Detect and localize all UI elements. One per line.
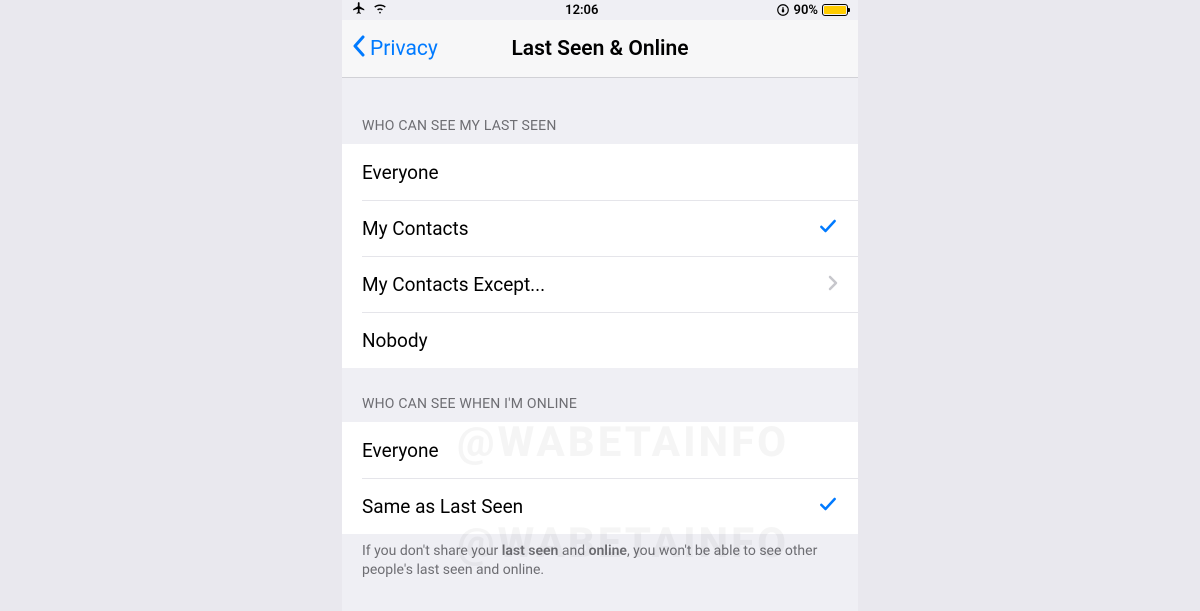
status-bar: 12:06 90% xyxy=(342,0,858,20)
status-time: 12:06 xyxy=(565,3,598,18)
option-label: Nobody xyxy=(362,329,428,352)
back-button[interactable]: Privacy xyxy=(342,35,438,63)
chevron-right-icon xyxy=(828,273,838,296)
option-label: Everyone xyxy=(362,161,439,184)
wifi-icon xyxy=(372,1,388,19)
footer-note: If you don't share your last seen and on… xyxy=(342,534,858,592)
footer-bold: last seen xyxy=(502,543,559,559)
orientation-lock-icon xyxy=(776,3,790,17)
option-label: My Contacts xyxy=(362,217,469,240)
last-seen-list: Everyone My Contacts My Contacts Except.… xyxy=(342,144,858,368)
option-label: My Contacts Except... xyxy=(362,273,545,296)
airplane-mode-icon xyxy=(352,1,366,19)
option-online-everyone[interactable]: Everyone xyxy=(342,422,858,478)
nav-bar: Privacy Last Seen & Online xyxy=(342,20,858,78)
option-label: Everyone xyxy=(362,439,439,462)
footer-bold: online xyxy=(589,543,627,559)
footer-text: If you don't share your xyxy=(362,543,502,559)
option-my-contacts[interactable]: My Contacts xyxy=(342,200,858,256)
page-title: Last Seen & Online xyxy=(511,37,688,61)
option-label: Same as Last Seen xyxy=(362,495,523,518)
option-nobody[interactable]: Nobody xyxy=(342,312,858,368)
online-list: Everyone Same as Last Seen xyxy=(342,422,858,534)
check-icon xyxy=(818,216,838,241)
back-label: Privacy xyxy=(370,37,438,61)
chevron-left-icon xyxy=(352,35,366,63)
section-header-online: WHO CAN SEE WHEN I'M ONLINE xyxy=(342,368,858,422)
option-my-contacts-except[interactable]: My Contacts Except... xyxy=(342,256,858,312)
device-frame: @WABETAINFO @WABETAINFO @WABETAINFO 12:0… xyxy=(342,0,858,611)
check-icon xyxy=(818,494,838,519)
option-everyone[interactable]: Everyone xyxy=(342,144,858,200)
section-header-last-seen: WHO CAN SEE MY LAST SEEN xyxy=(342,78,858,144)
footer-text: and xyxy=(558,543,588,559)
battery-percent: 90% xyxy=(794,3,818,18)
battery-icon xyxy=(822,4,848,16)
option-same-as-last-seen[interactable]: Same as Last Seen xyxy=(342,478,858,534)
